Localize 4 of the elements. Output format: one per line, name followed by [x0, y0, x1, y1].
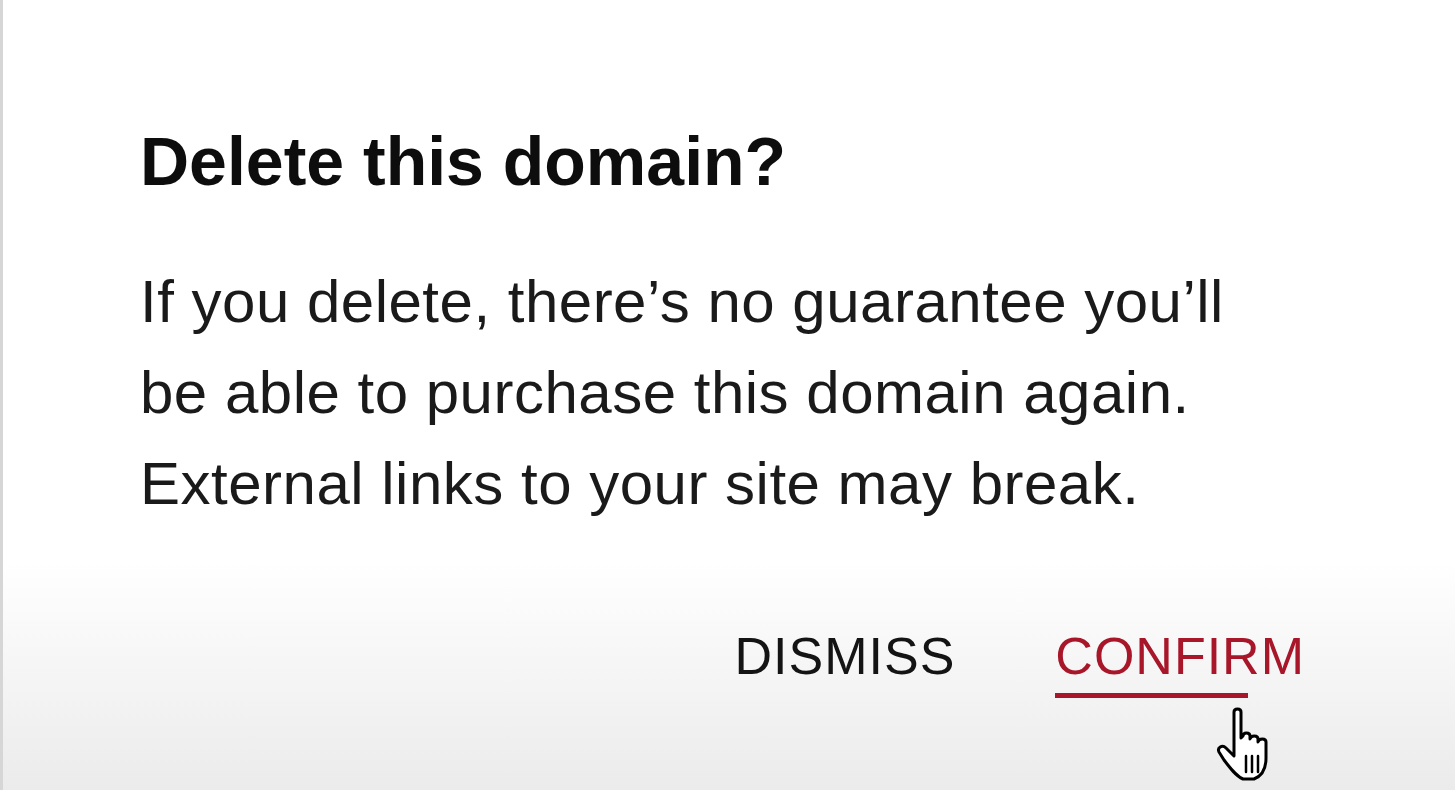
dialog-message: If you delete, there’s no guarantee you’ll be able to purchase this domain again. External links to your site may break. — [140, 267, 1225, 519]
dismiss-button[interactable]: DISMISS — [734, 626, 956, 712]
confirm-button[interactable]: CONFIRM — [1055, 626, 1305, 712]
dialog-title: Delete this domain? — [140, 122, 788, 200]
